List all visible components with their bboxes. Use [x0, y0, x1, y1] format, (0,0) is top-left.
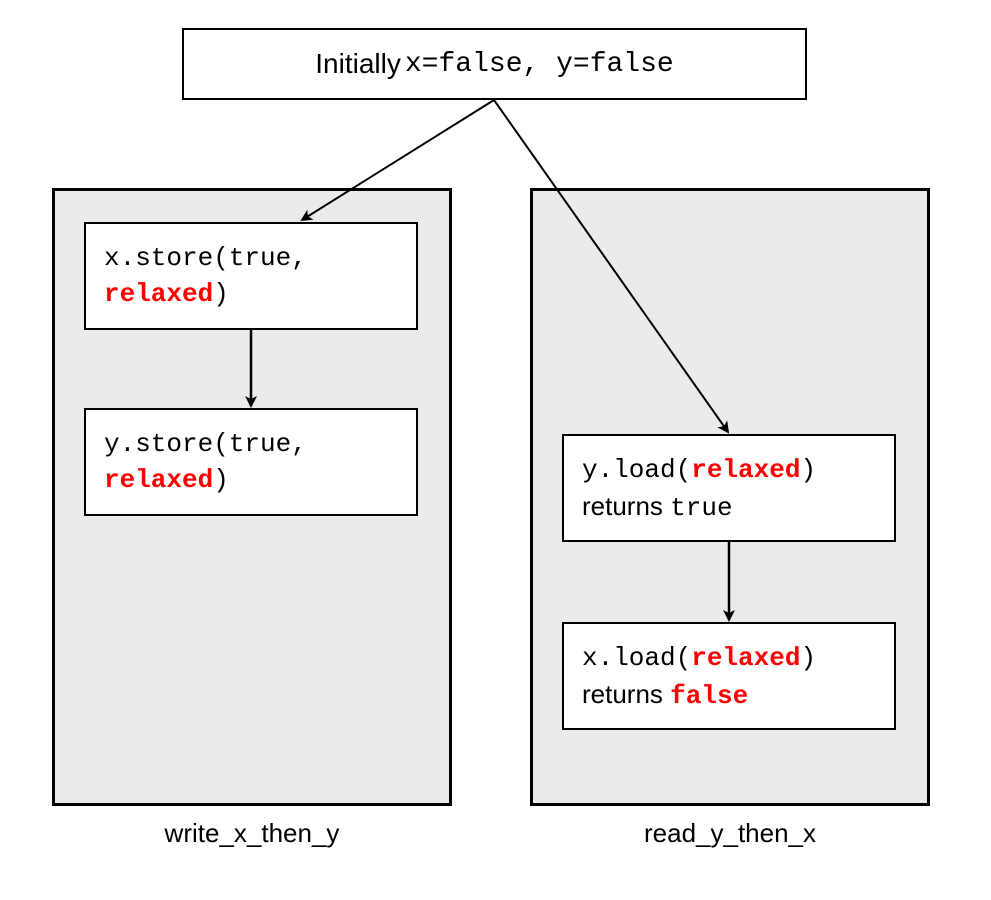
left-op2-relaxed: relaxed — [104, 465, 213, 495]
left-op1-box: x.store(true, relaxed) — [84, 222, 418, 330]
left-op1-paren: ) — [213, 279, 229, 309]
left-op2-line1: y.store(true, — [104, 426, 398, 462]
left-op2-paren: ) — [213, 465, 229, 495]
right-op2-pre: x.load( — [582, 643, 691, 673]
initial-state-box: Initially x=false, y=false — [182, 28, 807, 100]
right-op2-relaxed: relaxed — [691, 643, 800, 673]
right-thread-label: read_y_then_x — [530, 818, 930, 849]
right-op2-box: x.load(relaxed) returns false — [562, 622, 896, 730]
left-thread-label: write_x_then_y — [52, 818, 452, 849]
right-op1-line1: y.load(relaxed) — [582, 452, 876, 488]
right-op1-post: ) — [800, 455, 816, 485]
initial-code: x=false, y=false — [405, 49, 674, 80]
left-op1-relaxed: relaxed — [104, 279, 213, 309]
right-op1-val: true — [670, 493, 732, 523]
right-op2-line2: returns false — [582, 676, 876, 714]
right-op1-line2: returns true — [582, 488, 876, 526]
right-op1-relaxed: relaxed — [691, 455, 800, 485]
right-op1-returns: returns — [582, 491, 670, 521]
right-op2-val: false — [670, 681, 748, 711]
initial-prefix: Initially — [315, 48, 401, 80]
right-op1-box: y.load(relaxed) returns true — [562, 434, 896, 542]
left-op1-line1: x.store(true, — [104, 240, 398, 276]
right-op2-line1: x.load(relaxed) — [582, 640, 876, 676]
left-op1-line2: relaxed) — [104, 276, 398, 312]
right-op2-post: ) — [800, 643, 816, 673]
left-op2-box: y.store(true, relaxed) — [84, 408, 418, 516]
right-op1-pre: y.load( — [582, 455, 691, 485]
right-op2-returns: returns — [582, 679, 670, 709]
left-op2-line2: relaxed) — [104, 462, 398, 498]
